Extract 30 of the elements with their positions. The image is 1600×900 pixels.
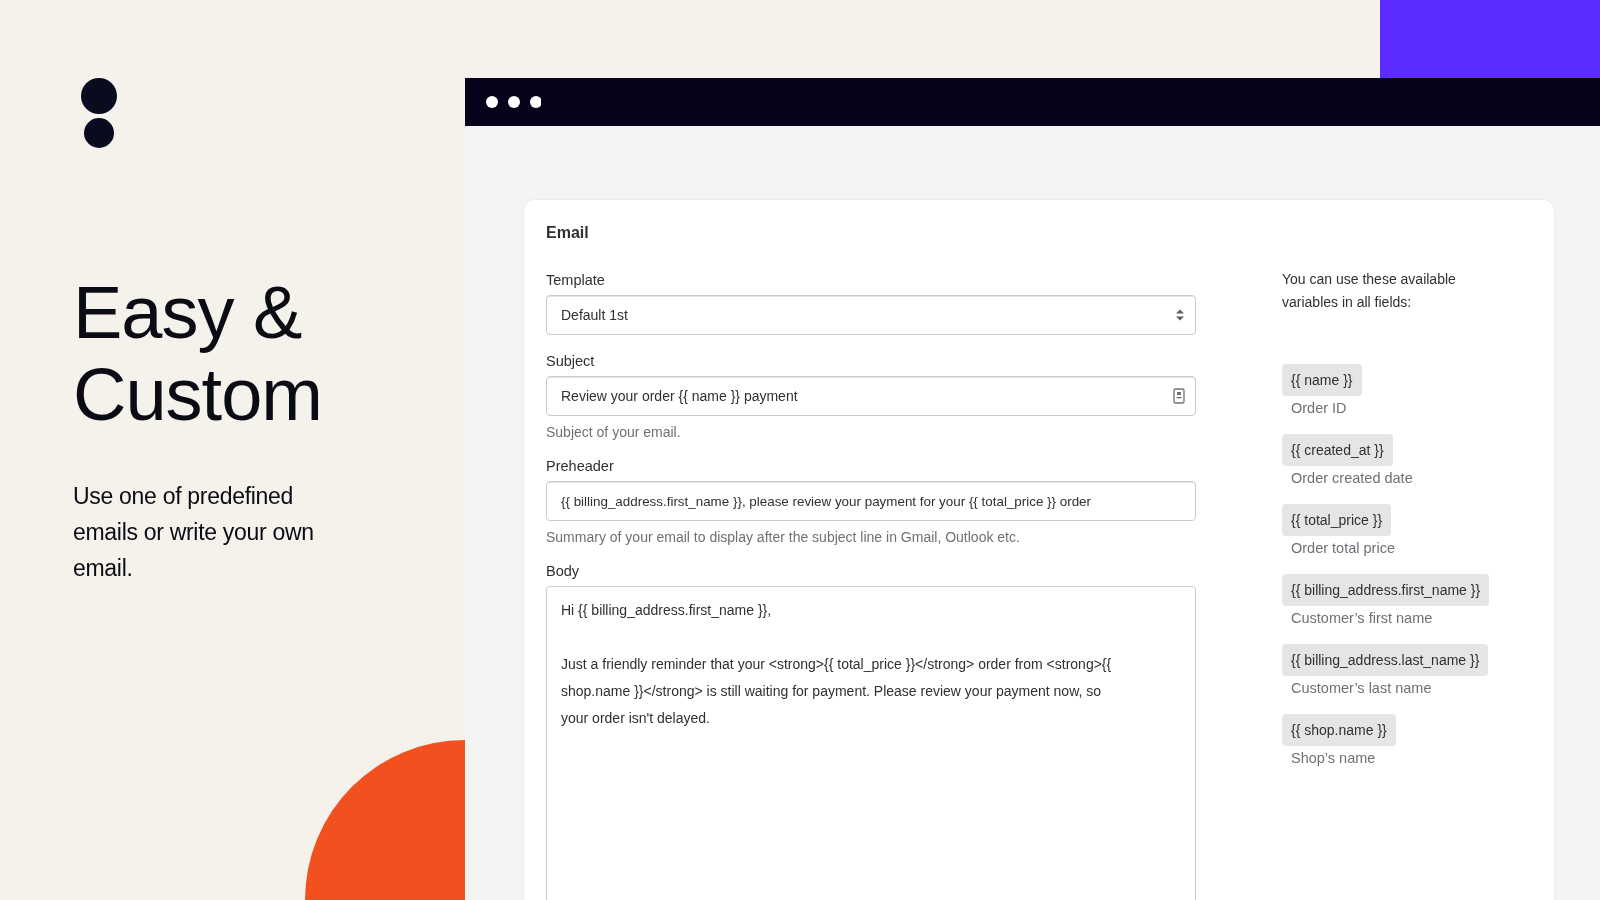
document-icon[interactable] xyxy=(1173,388,1185,404)
field-label: Preheader xyxy=(546,458,615,474)
window-dots-icon xyxy=(485,95,541,109)
card-title: Email xyxy=(546,224,590,242)
select-arrows-icon xyxy=(1175,308,1185,322)
template-select[interactable]: Default 1st xyxy=(546,295,1196,335)
field-label: Template xyxy=(546,272,606,288)
field-label: Subject xyxy=(546,353,596,369)
variable-description: Customer’s first name xyxy=(1291,610,1433,626)
variable-tag[interactable]: {{ name }} xyxy=(1282,364,1362,396)
logo-icon xyxy=(81,78,117,148)
variable-tag[interactable]: {{ billing_address.last_name }} xyxy=(1282,644,1489,676)
variable-description: Customer’s last name xyxy=(1291,680,1432,696)
body-textarea[interactable]: Hi {{ billing_address.first_name }}, Just a friendly reminder that your <strong>{{ total_price }}</strong> order from <strong>{{ shop.name }}</strong> is still waiting for payment. Please review your payment now, so your order isn't delayed. xyxy=(546,586,1196,900)
variable-description: Order created date xyxy=(1291,470,1413,486)
variable-description: Order ID xyxy=(1291,400,1347,416)
description: Use one of predefined emails or write your own email. xyxy=(73,482,315,583)
variable-description: Shop’s name xyxy=(1291,750,1376,766)
variable-tag[interactable]: {{ total_price }} xyxy=(1282,504,1392,536)
help-text: Subject of your email. xyxy=(546,424,682,440)
help-text: Summary of your email to display after the subject line in Gmail, Outlook etc. xyxy=(546,529,1021,545)
variable-tag[interactable]: {{ shop.name }} xyxy=(1282,714,1396,746)
variable-tag[interactable]: {{ created_at }} xyxy=(1282,434,1393,466)
headline: Easy & Custom xyxy=(73,272,323,436)
variables-intro: You can use these available variables in all fields: xyxy=(1282,270,1457,312)
variable-tag[interactable]: {{ billing_address.first_name }} xyxy=(1282,574,1490,606)
variable-description: Order total price xyxy=(1291,540,1395,556)
field-label: Body xyxy=(546,563,581,579)
text-input-field[interactable]: {{ billing_address.first_name }}, please review your payment for your {{ total_price }} order xyxy=(546,481,1196,521)
text-input-field[interactable]: Review your order {{ name }} payment xyxy=(546,376,1196,416)
